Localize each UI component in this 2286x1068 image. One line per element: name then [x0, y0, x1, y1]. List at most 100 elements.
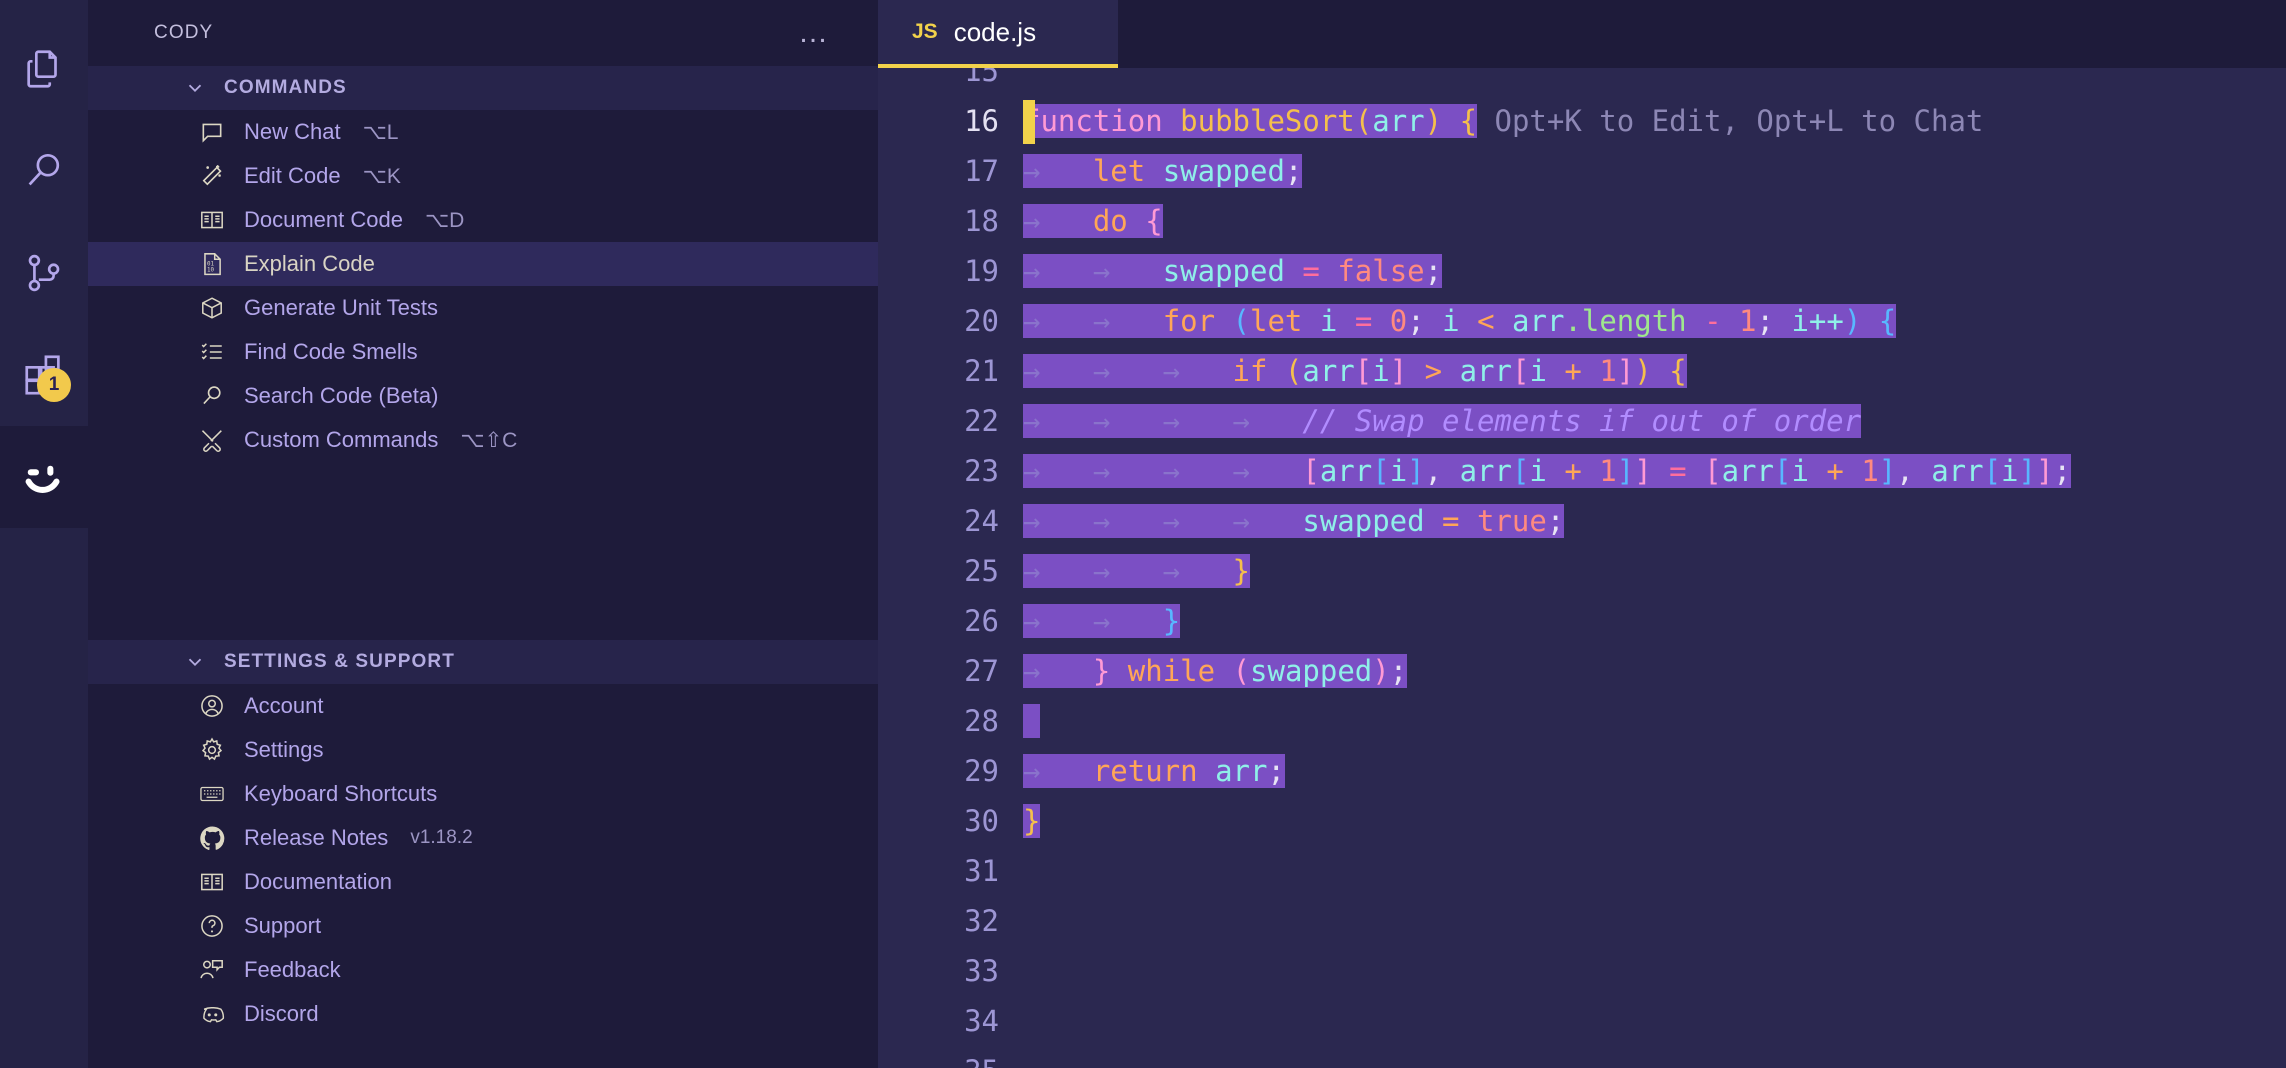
sidebar-more-actions-button[interactable]: …	[798, 18, 878, 48]
question-circle-icon	[198, 912, 226, 940]
activity-item-explorer[interactable]	[0, 18, 88, 120]
sidebar-item-label: Keyboard Shortcuts	[244, 781, 438, 806]
sidebar-item-label: Search Code (Beta)	[244, 383, 439, 408]
sidebar-item-custom-commands[interactable]: Custom Commands ⌥⇧C	[88, 418, 878, 462]
sidebar-item-keyboard-shortcuts[interactable]: Keyboard Shortcuts	[88, 772, 878, 816]
discord-icon	[198, 1000, 226, 1028]
commands-list: New Chat ⌥L Edit Code ⌥K Document Code ⌥…	[88, 110, 878, 462]
sidebar-item-label: Documentation	[244, 869, 392, 894]
magic-wand-icon	[198, 162, 226, 190]
code-editor[interactable]: 15 16 17 18 19 20 21 22 23 24 25 26 27 2…	[878, 68, 2286, 1068]
search-icon	[21, 148, 67, 194]
sidebar-item-label: Discord	[244, 1001, 319, 1026]
code-line-30: }	[1023, 804, 1041, 838]
package-icon	[198, 294, 226, 322]
sidebar-item-settings[interactable]: Settings	[88, 728, 878, 772]
vscode-window: 1 CODY … COMMANDS New Chat ⌥L Edit Code …	[0, 0, 2286, 1068]
sidebar-item-label: Generate Unit Tests	[244, 295, 439, 320]
code-line-19: → → swapped = false;	[1023, 254, 1443, 288]
sidebar-item-label: New Chat	[244, 119, 341, 144]
editor-area: JS code.js 15 16 17 18 19 20 21 22 23 24	[878, 0, 2286, 1068]
sidebar-item-version: v1.18.2	[410, 827, 473, 848]
chevron-down-icon	[184, 77, 208, 99]
text-cursor	[1023, 100, 1035, 144]
line-number: 33	[964, 954, 999, 988]
sidebar-item-shortcut: ⌥⇧C	[460, 428, 518, 452]
section-label-settings-support: SETTINGS & SUPPORT	[224, 651, 455, 672]
line-number: 27	[964, 654, 999, 688]
code-line-17: → let swapped;	[1023, 154, 1303, 188]
line-number: 19	[964, 254, 999, 288]
cody-smiley-icon	[19, 452, 69, 502]
sidebar-item-label: Edit Code	[244, 163, 341, 188]
sidebar-item-generate-unit-tests[interactable]: Generate Unit Tests	[88, 286, 878, 330]
sidebar-item-label: Support	[244, 913, 322, 938]
code-line-24: → → → → swapped = true;	[1023, 504, 1565, 538]
js-file-icon: JS	[912, 20, 938, 43]
line-number: 23	[964, 454, 999, 488]
sidebar-title: CODY	[154, 22, 214, 43]
checklist-icon	[198, 338, 226, 366]
activity-item-search[interactable]	[0, 120, 88, 222]
code-line-18: → do {	[1023, 204, 1163, 238]
sidebar-item-shortcut: ⌥D	[424, 208, 465, 232]
code-line-27: → } while (swapped);	[1023, 654, 1408, 688]
sidebar-item-search-code[interactable]: Search Code (Beta)	[88, 374, 878, 418]
line-number: 26	[964, 604, 999, 638]
chat-bubble-icon	[198, 118, 226, 146]
code-lines[interactable]: function bubbleSort(arr) { Opt+K to Edit…	[1023, 68, 2286, 1068]
sidebar-item-document-code[interactable]: Document Code ⌥D	[88, 198, 878, 242]
tools-icon	[198, 426, 226, 454]
activity-item-cody[interactable]	[0, 426, 88, 528]
editor-tabbar: JS code.js	[878, 0, 2286, 68]
line-number: 28	[964, 704, 999, 738]
chevron-down-icon	[184, 651, 208, 673]
sidebar-item-label: Feedback	[244, 957, 341, 982]
sidebar-item-label: Account	[244, 693, 324, 718]
activity-bar: 1	[0, 0, 88, 1068]
sidebar-item-documentation[interactable]: Documentation	[88, 860, 878, 904]
extensions-badge: 1	[37, 368, 71, 402]
code-line-28	[1023, 696, 2286, 746]
line-number: 21	[964, 354, 999, 388]
tab-code-js[interactable]: JS code.js	[878, 0, 1118, 68]
line-number: 24	[964, 504, 999, 538]
sidebar-item-explain-code[interactable]: 01 10 Explain Code	[88, 242, 878, 286]
sidebar-item-label: Settings	[244, 737, 324, 762]
sidebar-item-feedback[interactable]: Feedback	[88, 948, 878, 992]
line-number: 31	[964, 854, 999, 888]
sidebar-item-label: Find Code Smells	[244, 339, 418, 364]
line-number: 25	[964, 554, 999, 588]
inline-hint-ghost-text: Opt+K to Edit, Opt+L to Chat	[1494, 104, 1984, 138]
sidebar-item-edit-code[interactable]: Edit Code ⌥K	[88, 154, 878, 198]
activity-item-extensions[interactable]: 1	[0, 324, 88, 426]
line-number: 20	[964, 304, 999, 338]
line-number: 15	[964, 68, 999, 88]
line-number: 17	[964, 154, 999, 188]
code-line-29: → return arr;	[1023, 754, 1285, 788]
cody-sidebar: CODY … COMMANDS New Chat ⌥L Edit Code ⌥K…	[88, 0, 878, 1068]
sidebar-header: CODY …	[88, 0, 878, 66]
section-label-commands: COMMANDS	[224, 77, 347, 98]
sidebar-item-new-chat[interactable]: New Chat ⌥L	[88, 110, 878, 154]
github-icon	[198, 824, 226, 852]
sidebar-item-find-code-smells[interactable]: Find Code Smells	[88, 330, 878, 374]
line-number: 18	[964, 204, 999, 238]
line-number: 35	[878, 1046, 999, 1068]
section-header-settings-support[interactable]: SETTINGS & SUPPORT	[88, 640, 878, 684]
sidebar-item-release-notes[interactable]: Release Notes v1.18.2	[88, 816, 878, 860]
code-line-22: → → → → // Swap elements if out of order	[1023, 404, 1862, 438]
sidebar-item-account[interactable]: Account	[88, 684, 878, 728]
code-line-20: → → for (let i = 0; i < arr.length - 1; …	[1023, 304, 1897, 338]
section-header-commands[interactable]: COMMANDS	[88, 66, 878, 110]
sidebar-item-support[interactable]: Support	[88, 904, 878, 948]
activity-item-source-control[interactable]	[0, 222, 88, 324]
sidebar-bottom-padding	[88, 1036, 878, 1068]
sidebar-item-discord[interactable]: Discord	[88, 992, 878, 1036]
keyboard-icon	[198, 780, 226, 808]
